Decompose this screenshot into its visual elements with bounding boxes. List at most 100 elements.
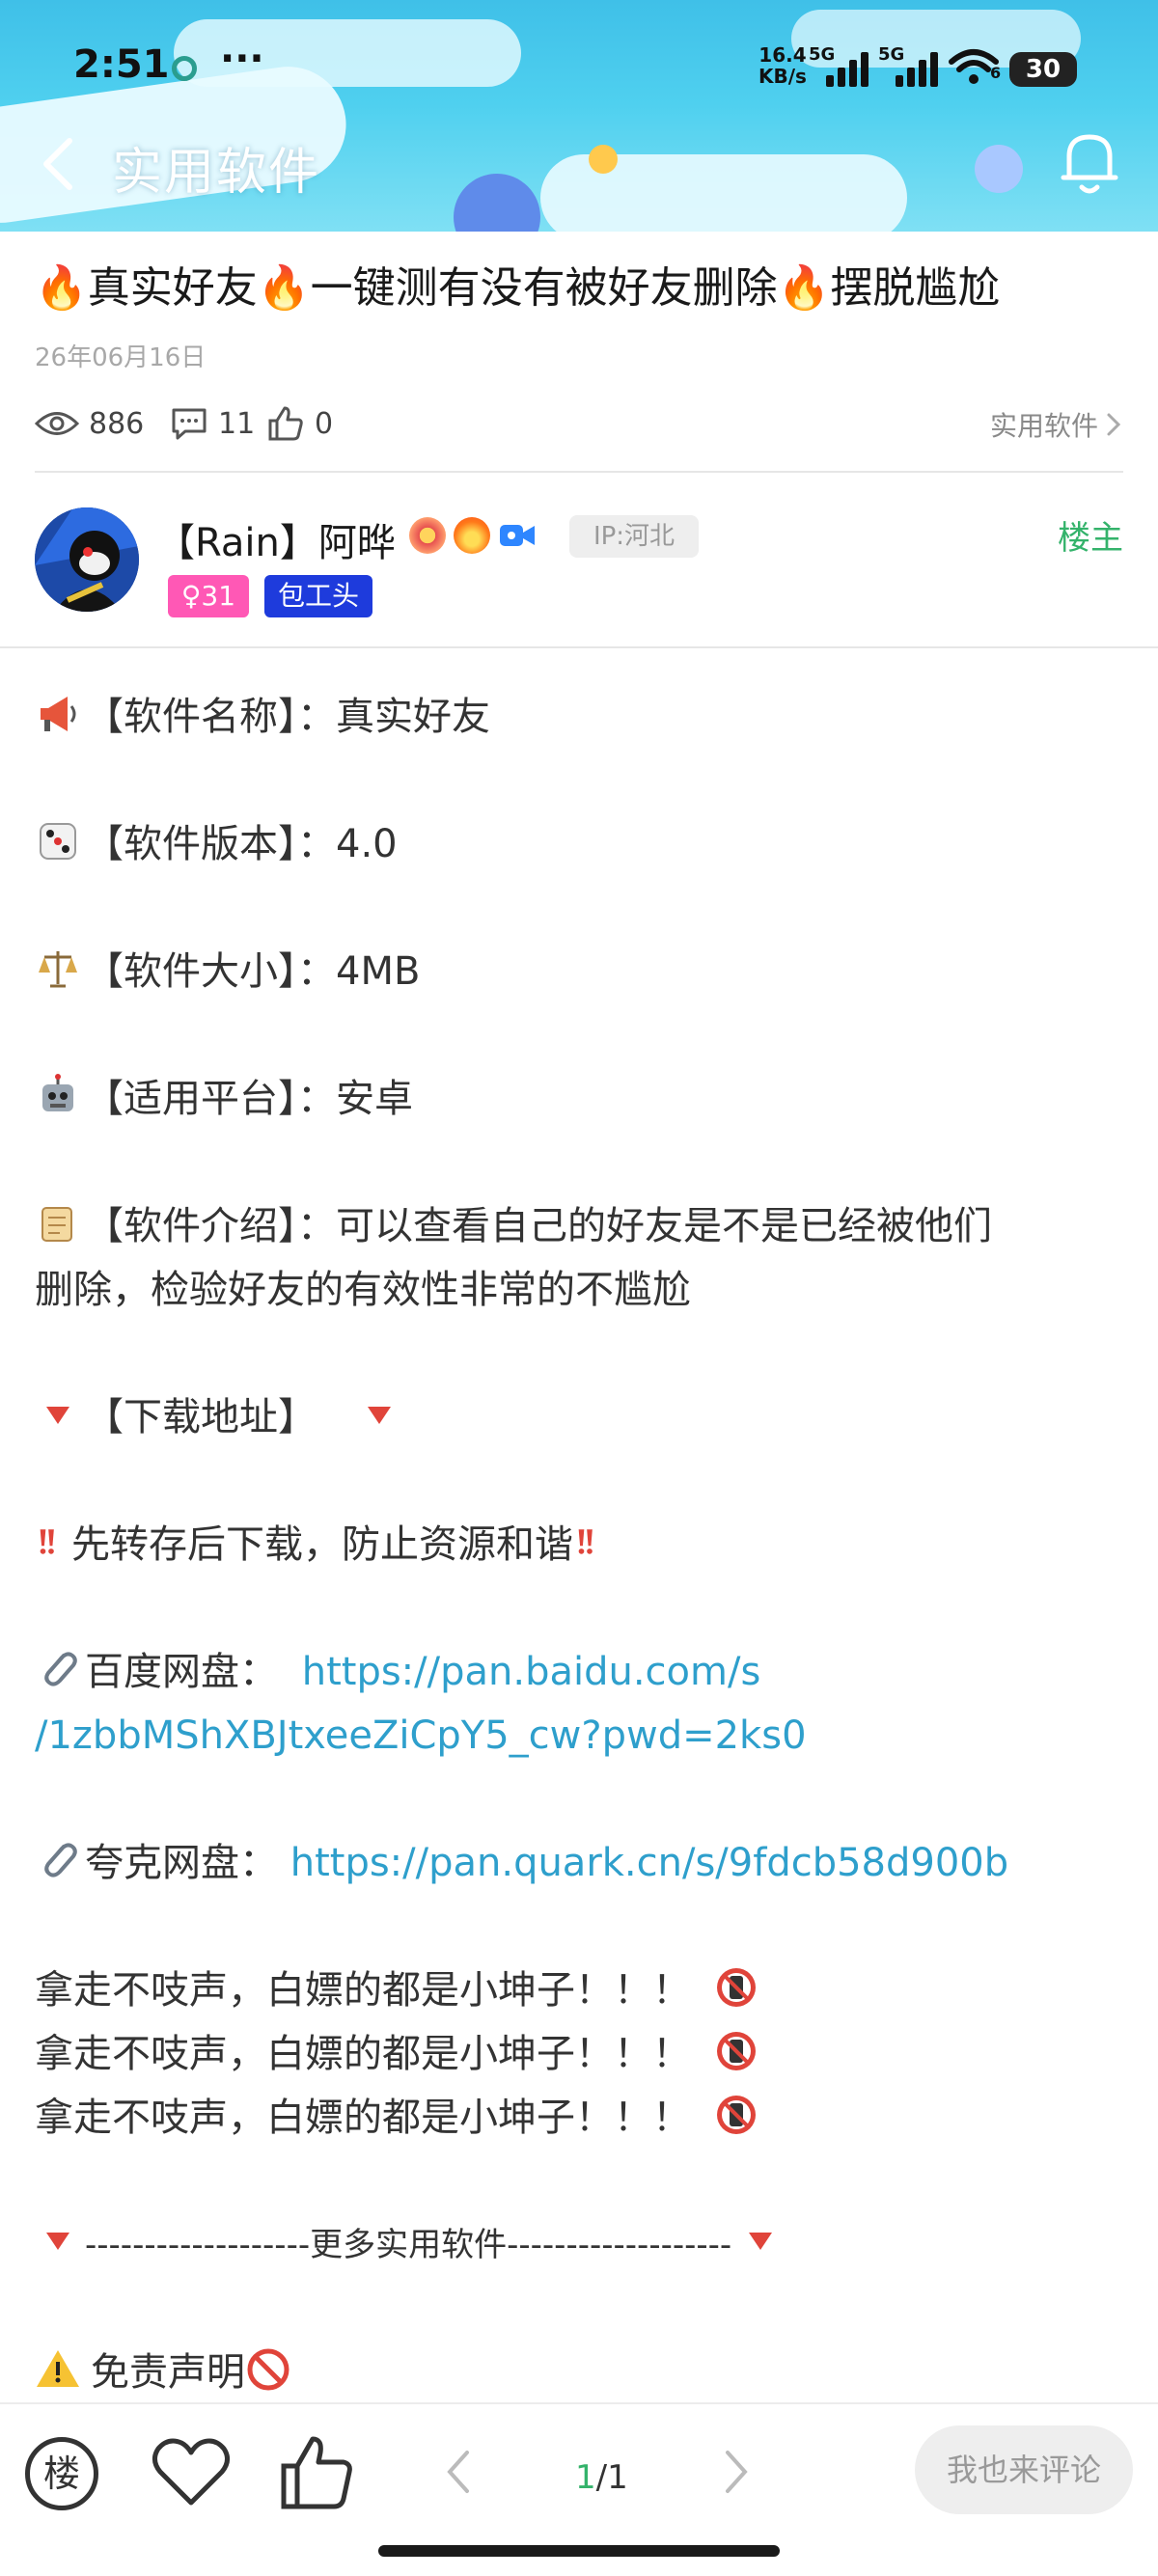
quark-link[interactable]: https://pan.quark.cn/s/9fdcb58d900b (290, 1841, 1008, 1885)
content-line-size: 【软件大小】：4MB (35, 940, 420, 1003)
size-value: 4MB (336, 949, 421, 994)
category-label: 实用软件 (989, 410, 1098, 442)
quark-label: 夸克网盘： (85, 1841, 278, 1885)
status-bar: 2:51 ··· 16.4 KB/s 5G 5G 6 30 (0, 37, 1158, 96)
category-link[interactable]: 实用软件 (990, 405, 1123, 444)
floor-jump-button[interactable]: 楼 (25, 2437, 98, 2510)
video-badge-icon (500, 525, 535, 546)
post-title: 🔥真实好友🔥一键测有没有被好友删除🔥摆脱尴尬 (35, 263, 1001, 313)
content-line-disclaimer: 免责声明 (35, 2341, 295, 2404)
intro-text-line2: 删除，检验好友的有效性非常的不尴尬 (35, 1268, 691, 1312)
avatar-image (35, 507, 139, 612)
intro-label: 【软件介绍】： (85, 1204, 336, 1248)
no-phone-icon (716, 1968, 756, 2007)
role-tag: 包工头 (264, 575, 372, 617)
baidu-link[interactable]: https://pan.baidu.com/s (302, 1650, 761, 1694)
more-notifications-icon: ··· (220, 37, 264, 81)
bell-icon[interactable] (1058, 127, 1121, 197)
signal-strength-icon (826, 50, 870, 87)
network-speed-value: 16.4 (758, 43, 807, 67)
comment-input-button[interactable]: 我也来评论 (915, 2425, 1133, 2514)
version-label: 【软件版本】： (85, 822, 336, 866)
post-date: 26年06月16日 (35, 343, 207, 372)
ip-location-tag: IP:河北 (569, 515, 699, 558)
chevron-right-icon (1107, 413, 1121, 436)
fire-badge-icon (454, 517, 490, 554)
page-current: 1 (575, 2458, 596, 2497)
repeat-text: 拿走不吱声，白嫖的都是小坤子！！！ (35, 2032, 691, 2076)
baidu-link-continued[interactable]: /1zbbMShXBJtxeeZiCpY5_cw?pwd=2ks0 (35, 1704, 807, 1768)
wifi-sub-label: 6 (990, 64, 1002, 82)
network-speed-unit: KB/s (758, 65, 807, 88)
double-exclamation-icon (40, 1529, 54, 1554)
network-speed: 16.4 KB/s (758, 44, 807, 87)
heart-icon[interactable] (151, 2433, 232, 2510)
thumbs-up-icon[interactable] (278, 2433, 355, 2512)
warning-sign-icon (37, 2350, 79, 2387)
views-count: 886 (89, 406, 145, 441)
divider (35, 471, 1123, 473)
repeat-text: 拿走不吱声，白嫖的都是小坤子！！！ (35, 1968, 691, 2013)
platform-label: 【适用平台】： (85, 1077, 336, 1121)
name-value: 真实好友 (336, 695, 490, 739)
page-indicator: 1/1 (575, 2458, 628, 2497)
size-label: 【软件大小】： (85, 949, 336, 994)
next-page-icon[interactable] (722, 2449, 751, 2495)
level-badge-icon (409, 517, 446, 554)
red-triangle-down-icon (367, 1407, 391, 1424)
likes-count: 0 (315, 406, 334, 441)
no-phone-icon (716, 2032, 756, 2070)
notification-app-icon (172, 56, 197, 81)
megaphone-icon (41, 697, 76, 731)
content-line-platform: 【适用平台】：安卓 (35, 1067, 413, 1131)
red-triangle-down-icon (46, 2233, 69, 2250)
content-line-warning: 先转存后下载，防止资源和谐 (35, 1513, 610, 1576)
balance-scale-icon (39, 951, 77, 988)
header-banner: 2:51 ··· 16.4 KB/s 5G 5G 6 30 实用软件 (0, 0, 1158, 232)
prohibited-icon (247, 2348, 290, 2391)
owner-tag: 楼主 (1058, 519, 1123, 558)
scroll-icon (41, 1207, 72, 1242)
views-stat: 886 (35, 401, 144, 446)
more-software-divider: -------------------更多实用软件---------------… (85, 2226, 732, 2264)
content-line-quark: 夸克网盘： https://pan.quark.cn/s/9fdcb58d900… (35, 1831, 1008, 1895)
paperclip-icon (44, 1652, 77, 1686)
content-line-version: 【软件版本】：4.0 (35, 812, 398, 876)
name-label: 【软件名称】： (85, 695, 336, 739)
prev-page-icon[interactable] (444, 2449, 473, 2495)
thumbs-up-icon (268, 406, 303, 441)
robot-icon (42, 1074, 73, 1111)
repeat-line: 拿走不吱声，白嫖的都是小坤子！！！ (35, 2022, 763, 2086)
content-line-name: 【软件名称】：真实好友 (35, 685, 490, 749)
planet-decoration (975, 145, 1023, 193)
signal-strength-icon (896, 50, 940, 87)
avatar[interactable] (35, 507, 139, 612)
likes-stat[interactable]: 0 (266, 401, 333, 446)
content-line-baidu: 百度网盘： https://pan.baidu.com/s (35, 1640, 760, 1704)
author-name[interactable]: 【Rain】阿晔 (156, 511, 396, 567)
dice-icon (40, 823, 76, 860)
content-line-more: -------------------更多实用软件---------------… (35, 2213, 787, 2277)
content-line-download: 【下载地址】 (35, 1385, 406, 1449)
intro-text-line1: 可以查看自己的好友是不是已经被他们 (336, 1204, 992, 1248)
red-triangle-down-icon (46, 1407, 69, 1424)
disclaimer-text: 免责声明 (91, 2350, 245, 2395)
battery-indicator: 30 (1009, 52, 1077, 87)
repeat-text: 拿走不吱声，白嫖的都是小坤子！！！ (35, 2096, 691, 2140)
home-indicator[interactable] (378, 2545, 780, 2557)
repeat-line: 拿走不吱声，白嫖的都是小坤子！！！ (35, 1959, 763, 2022)
comments-stat[interactable]: 11 (170, 401, 255, 446)
comment-icon (172, 408, 207, 440)
comments-count: 11 (218, 406, 256, 441)
eye-icon (35, 412, 79, 435)
double-exclamation-icon (578, 1529, 593, 1554)
page-title: 实用软件 (112, 144, 321, 202)
status-time: 2:51 (73, 42, 170, 87)
red-triangle-down-icon (749, 2233, 773, 2250)
floor-label: 楼 (42, 2453, 80, 2495)
platform-value: 安卓 (336, 1077, 413, 1121)
planet-decoration (589, 145, 618, 174)
no-phone-icon (716, 2096, 756, 2134)
download-label: 【下载地址】 (85, 1395, 317, 1439)
back-chevron-icon[interactable] (35, 135, 83, 193)
